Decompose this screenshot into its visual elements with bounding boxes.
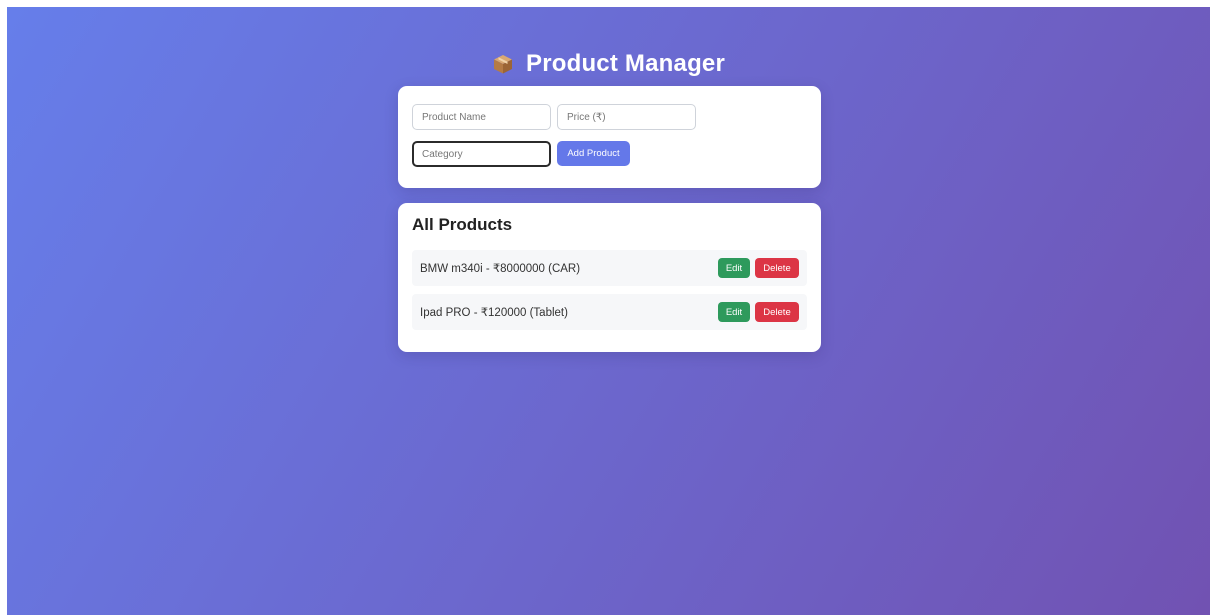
product-text: Ipad PRO - ₹120000 (Tablet)	[420, 307, 568, 319]
edit-button[interactable]: Edit	[718, 302, 750, 322]
delete-button[interactable]: Delete	[755, 258, 799, 278]
product-row: Ipad PRO - ₹120000 (Tablet) Edit Delete	[412, 294, 807, 330]
price-input[interactable]	[557, 104, 696, 130]
section-title: All Products	[412, 215, 513, 234]
product-name-input[interactable]	[412, 104, 551, 130]
product-row: BMW m340i - ₹8000000 (CAR) Edit Delete	[412, 250, 807, 286]
header: Product Manager	[7, 48, 1210, 80]
add-product-button[interactable]: Add Product	[557, 141, 630, 166]
edit-button[interactable]: Edit	[718, 258, 750, 278]
delete-button[interactable]: Delete	[755, 302, 799, 322]
package-icon	[492, 53, 514, 75]
page-title: Product Manager	[525, 50, 726, 77]
product-text: BMW m340i - ₹8000000 (CAR)	[420, 263, 581, 275]
app-background: Product Manager Add Product All Products…	[7, 7, 1210, 615]
product-list-card: All Products BMW m340i - ₹8000000 (CAR) …	[398, 203, 821, 352]
add-product-form: Add Product	[398, 86, 821, 188]
category-input[interactable]	[412, 141, 551, 167]
